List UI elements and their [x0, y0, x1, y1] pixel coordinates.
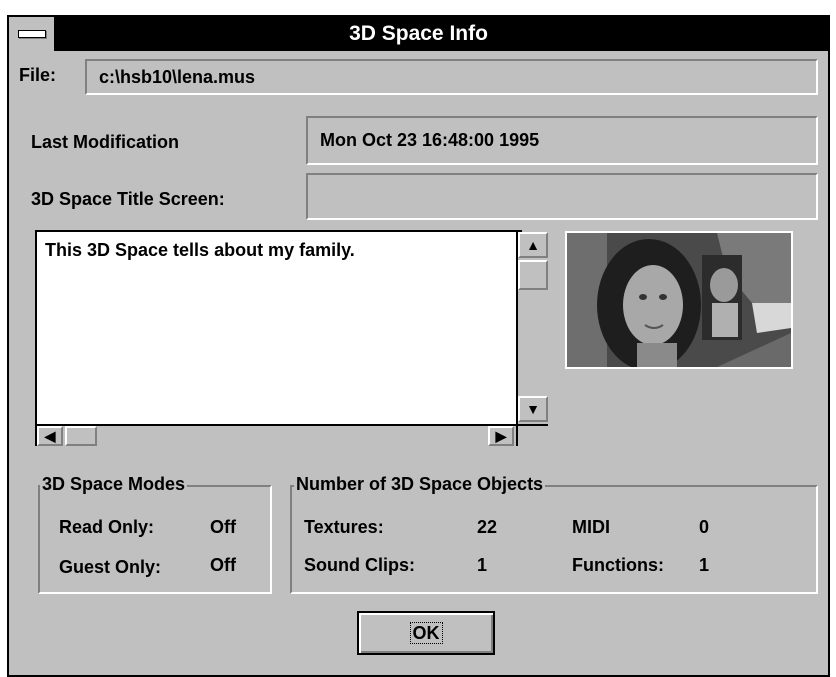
- read-only-value: Off: [210, 517, 236, 537]
- guest-only-label: Guest Only:: [59, 557, 162, 577]
- arrow-up-icon: ▲: [526, 237, 540, 253]
- sound-clips-value: 1: [477, 555, 488, 575]
- scroll-left-button[interactable]: ◀: [37, 426, 63, 446]
- scroll-down-button[interactable]: ▼: [518, 396, 548, 422]
- functions-value: 1: [699, 555, 710, 575]
- objects-group: Number of 3D Space Objects Textures: 22 …: [290, 474, 818, 594]
- sound-clips-label: Sound Clips:: [304, 555, 415, 575]
- arrow-down-icon: ▼: [526, 401, 540, 417]
- scrollbar-corner: [516, 424, 548, 446]
- ok-button-label: OK: [409, 622, 443, 644]
- title-screen-field[interactable]: [306, 173, 818, 220]
- scroll-up-button[interactable]: ▲: [518, 232, 548, 258]
- guest-only-value: Off: [210, 555, 236, 575]
- dialog-window: 3D Space Info File: c:\hsb10\lena.mus La…: [7, 15, 830, 677]
- modes-legend: 3D Space Modes: [40, 474, 188, 495]
- last-modification-field: Mon Oct 23 16:48:00 1995: [306, 116, 818, 165]
- vertical-scroll-thumb[interactable]: [518, 260, 548, 290]
- textures-value: 22: [477, 517, 498, 537]
- midi-value: 0: [699, 517, 710, 537]
- arrow-right-icon: ▶: [495, 428, 507, 444]
- description-textarea[interactable]: This 3D Space tells about my family. ▲ ▼…: [35, 230, 548, 446]
- window-title: 3D Space Info: [349, 22, 488, 45]
- description-text[interactable]: This 3D Space tells about my family.: [45, 240, 355, 261]
- scroll-right-button[interactable]: ▶: [488, 426, 514, 446]
- title-screen-label: 3D Space Title Screen:: [31, 189, 225, 209]
- file-field: c:\hsb10\lena.mus: [85, 59, 818, 95]
- system-menu-icon: [18, 30, 46, 38]
- horizontal-scrollbar[interactable]: ◀ ▶: [37, 424, 516, 446]
- title-bar[interactable]: 3D Space Info: [9, 17, 828, 51]
- functions-label: Functions:: [572, 555, 664, 575]
- arrow-left-icon: ◀: [44, 428, 56, 444]
- midi-label: MIDI: [572, 517, 610, 537]
- file-label: File:: [19, 65, 57, 85]
- title-screen-preview-image: [565, 231, 793, 369]
- horizontal-scroll-thumb[interactable]: [65, 426, 97, 446]
- read-only-label: Read Only:: [59, 517, 155, 537]
- modes-group: 3D Space Modes Read Only: Off Guest Only…: [38, 474, 272, 594]
- textures-label: Textures:: [304, 517, 384, 537]
- system-menu-button[interactable]: [9, 17, 56, 51]
- last-modification-label: Last Modification: [31, 132, 179, 152]
- preview-photo-icon: [567, 233, 791, 367]
- objects-legend: Number of 3D Space Objects: [294, 474, 546, 495]
- ok-button[interactable]: OK: [357, 611, 495, 655]
- vertical-scrollbar[interactable]: ▲ ▼: [516, 232, 548, 424]
